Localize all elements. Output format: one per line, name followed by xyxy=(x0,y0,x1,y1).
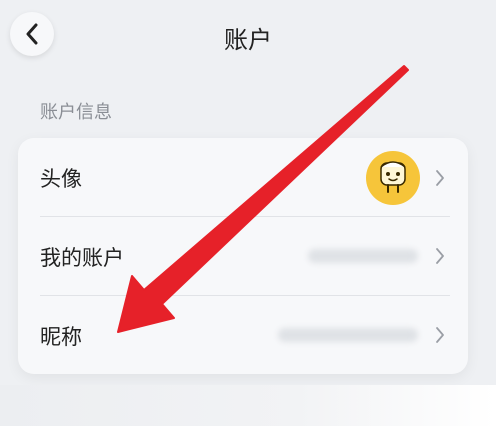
account-info-card: 头像 我的账户 昵称 xyxy=(18,138,468,374)
page-title: 账户 xyxy=(224,26,272,54)
top-bar: 账户 xyxy=(0,0,496,80)
bottom-background xyxy=(0,385,496,426)
row-my-account[interactable]: 我的账户 xyxy=(18,217,468,295)
avatar-cartoon-icon xyxy=(380,161,406,193)
chevron-right-icon xyxy=(436,327,444,343)
row-nickname[interactable]: 昵称 xyxy=(18,296,468,374)
chevron-right-icon xyxy=(436,170,444,186)
avatar[interactable] xyxy=(366,151,420,205)
row-avatar[interactable]: 头像 xyxy=(18,138,468,216)
nickname-value-redacted xyxy=(278,328,418,342)
row-label-my-account: 我的账户 xyxy=(40,246,124,270)
row-label-avatar: 头像 xyxy=(40,167,82,191)
account-value-redacted xyxy=(308,249,418,263)
row-label-nickname: 昵称 xyxy=(40,325,82,349)
section-label-account-info: 账户信息 xyxy=(40,102,112,123)
chevron-right-icon xyxy=(436,248,444,264)
